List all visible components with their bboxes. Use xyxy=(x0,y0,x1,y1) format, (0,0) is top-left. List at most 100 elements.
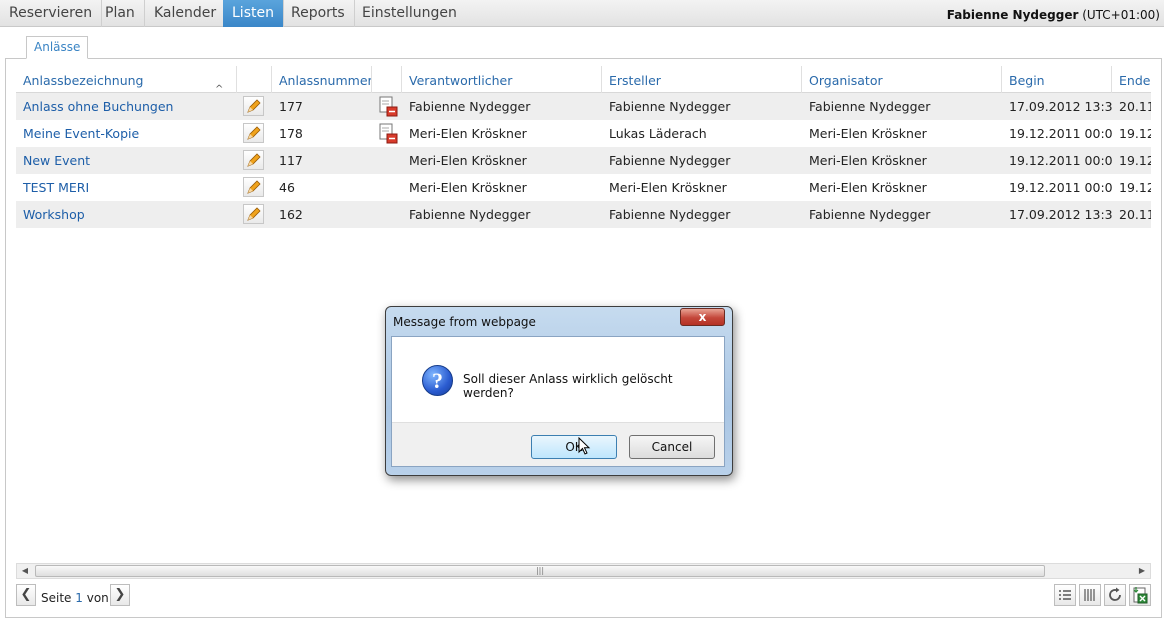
delete-document-button[interactable] xyxy=(378,96,398,117)
begin-cell: 19.12.2011 00:00 xyxy=(1009,180,1112,195)
dialog-body: ? Soll dieser Anlass wirklich gelöscht w… xyxy=(391,336,725,467)
export-excel-icon xyxy=(1133,587,1148,604)
edit-button[interactable] xyxy=(243,96,264,116)
chevron-left-icon: ❮ xyxy=(20,587,32,602)
confirm-dialog: Message from webpage x ? Soll dieser Anl… xyxy=(385,306,733,476)
event-name-link[interactable]: Meine Event-Kopie xyxy=(16,120,237,147)
scroll-right-arrow-icon[interactable]: ▶ xyxy=(1134,564,1150,578)
responsible-cell: Fabienne Nydegger xyxy=(409,207,531,222)
organizer-cell: Meri-Elen Kröskner xyxy=(809,153,927,168)
refresh-icon xyxy=(1109,587,1121,601)
list-view-button[interactable] xyxy=(1054,584,1076,606)
end-cell: 19.12. xyxy=(1119,126,1151,141)
page-of-label: von xyxy=(86,591,109,605)
organizer-cell: Meri-Elen Kröskner xyxy=(809,126,927,141)
list-view-icon xyxy=(1059,590,1071,600)
page-label: Seite xyxy=(41,591,72,605)
refresh-button[interactable] xyxy=(1104,584,1126,606)
question-icon: ? xyxy=(422,365,453,396)
document-delete-icon xyxy=(379,96,398,117)
table-row[interactable]: Workshop 162 Fabienne Nydegger Fabienne … xyxy=(16,201,1151,228)
edit-button[interactable] xyxy=(243,204,264,224)
sort-ascending-icon: ^ xyxy=(215,84,224,93)
close-icon: x xyxy=(698,310,707,324)
nav-item-reports[interactable]: Reports xyxy=(282,0,355,27)
creator-cell: Fabienne Nydegger xyxy=(609,153,731,168)
begin-cell: 17.09.2012 13:30 xyxy=(1009,99,1112,114)
edit-pencil-icon xyxy=(247,126,261,140)
table-row[interactable]: Meine Event-Kopie 178 Meri-Elen Kröskner… xyxy=(16,120,1151,147)
nav-item-listen[interactable]: Listen xyxy=(223,0,284,27)
event-name-link[interactable]: New Event xyxy=(16,147,237,174)
events-grid: Anlassbezeichnung ^ Anlassnummer Verantw… xyxy=(16,66,1151,230)
cancel-button[interactable]: Cancel xyxy=(629,435,715,459)
user-name: Fabienne Nydegger xyxy=(946,8,1079,22)
event-number: 177 xyxy=(279,99,303,114)
end-cell: 19.12. xyxy=(1119,153,1151,168)
export-excel-button[interactable] xyxy=(1129,584,1151,606)
edit-button[interactable] xyxy=(243,150,264,170)
column-header-ende[interactable]: Ende xyxy=(1112,66,1151,93)
delete-document-button[interactable] xyxy=(378,123,398,144)
creator-cell: Fabienne Nydegger xyxy=(609,99,731,114)
scrollbar-thumb[interactable]: ||| xyxy=(35,565,1045,577)
table-row[interactable]: TEST MERI 46 Meri-Elen Kröskner Meri-Ele… xyxy=(16,174,1151,201)
dialog-message: Soll dieser Anlass wirklich gelöscht wer… xyxy=(463,372,673,400)
responsible-cell: Fabienne Nydegger xyxy=(409,99,531,114)
event-number: 178 xyxy=(279,126,303,141)
chevron-right-icon: ❯ xyxy=(114,587,126,602)
tab-anlaesse[interactable]: Anlässe xyxy=(26,36,89,59)
column-header-ersteller[interactable]: Ersteller xyxy=(602,66,802,93)
column-header-anlassbezeichnung[interactable]: Anlassbezeichnung ^ xyxy=(16,66,237,93)
event-name-link[interactable]: Workshop xyxy=(16,201,237,228)
column-header-anlassnummer[interactable]: Anlassnummer xyxy=(272,66,372,93)
responsible-cell: Meri-Elen Kröskner xyxy=(409,126,527,141)
nav-item-plan[interactable]: Plan xyxy=(96,0,145,27)
begin-cell: 19.12.2011 00:00 xyxy=(1009,153,1112,168)
user-info: Fabienne Nydegger (UTC+01:00) xyxy=(947,0,1160,27)
column-header-document xyxy=(372,66,402,93)
dialog-button-bar: OK Cancel xyxy=(392,422,724,466)
column-header-begin[interactable]: Begin xyxy=(1002,66,1112,93)
mouse-cursor-icon xyxy=(578,437,591,455)
organizer-cell: Fabienne Nydegger xyxy=(809,99,931,114)
table-row[interactable]: New Event 117 Meri-Elen Kröskner Fabienn… xyxy=(16,147,1151,174)
column-header-organisator[interactable]: Organisator xyxy=(802,66,1002,93)
page-indicator: Seite 1 von 1 xyxy=(41,585,120,607)
edit-pencil-icon xyxy=(247,99,261,113)
event-number: 162 xyxy=(279,207,303,222)
creator-cell: Meri-Elen Kröskner xyxy=(609,180,727,195)
ok-button[interactable]: OK xyxy=(531,435,617,459)
document-delete-icon xyxy=(379,123,398,144)
end-cell: 20.11. xyxy=(1119,99,1151,114)
table-row[interactable]: Anlass ohne Buchungen 177 Fabienne Nydeg… xyxy=(16,93,1151,120)
responsible-cell: Meri-Elen Kröskner xyxy=(409,180,527,195)
begin-cell: 19.12.2011 00:00 xyxy=(1009,126,1112,141)
event-name-link[interactable]: Anlass ohne Buchungen xyxy=(16,93,237,120)
event-number: 46 xyxy=(279,180,295,195)
horizontal-scrollbar[interactable]: ◀ ||| ▶ xyxy=(16,563,1151,579)
next-page-button[interactable]: ❯ xyxy=(110,584,130,606)
end-cell: 20.11. xyxy=(1119,207,1151,222)
edit-button[interactable] xyxy=(243,177,264,197)
begin-cell: 17.09.2012 13:30 xyxy=(1009,207,1112,222)
column-header-verantwortlicher[interactable]: Verantwortlicher xyxy=(402,66,602,93)
responsible-cell: Meri-Elen Kröskner xyxy=(409,153,527,168)
current-page-number: 1 xyxy=(75,591,83,605)
nav-item-einstellungen[interactable]: Einstellungen xyxy=(353,0,466,27)
grid-header-row: Anlassbezeichnung ^ Anlassnummer Verantw… xyxy=(16,66,1151,93)
nav-item-reservieren[interactable]: Reservieren xyxy=(0,0,103,27)
column-header-label: Anlassbezeichnung xyxy=(23,73,144,88)
previous-page-button[interactable]: ❮ xyxy=(16,584,36,606)
event-name-link[interactable]: TEST MERI xyxy=(16,174,237,201)
column-view-button[interactable] xyxy=(1079,584,1101,606)
organizer-cell: Fabienne Nydegger xyxy=(809,207,931,222)
dialog-title: Message from webpage xyxy=(393,315,536,329)
edit-button[interactable] xyxy=(243,123,264,143)
top-navigation: Reservieren Plan Kalender Listen Reports… xyxy=(0,0,1164,27)
nav-item-kalender[interactable]: Kalender xyxy=(145,0,227,27)
column-view-icon xyxy=(1084,589,1095,601)
scroll-left-arrow-icon[interactable]: ◀ xyxy=(17,564,33,578)
dialog-close-button[interactable]: x xyxy=(680,308,725,326)
organizer-cell: Meri-Elen Kröskner xyxy=(809,180,927,195)
